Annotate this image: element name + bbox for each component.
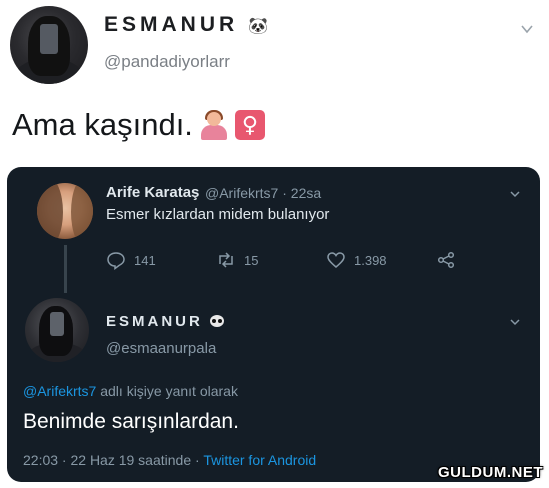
mention-link[interactable]: @Arifekrts7 [23, 383, 96, 399]
outer-tweet-header: ESMANUR 🐼 @pandadiyorlarr [0, 0, 549, 95]
avatar[interactable] [25, 298, 89, 362]
panda-icon [210, 315, 225, 327]
reply-display-name[interactable]: ESMANUR [106, 313, 225, 330]
reply-icon [107, 252, 125, 270]
timestamp-text: 22:03 · 22 Haz 19 saatinde · [23, 452, 204, 468]
like-count: 1.398 [354, 252, 387, 268]
tweet-text: Ama kaşındı. [12, 107, 193, 142]
tweet-timestamp: 22:03 · 22 Haz 19 saatinde · Twitter for… [23, 452, 316, 468]
replying-to-line: @Arifekrts7 adlı kişiye yanıt olarak [23, 383, 238, 399]
heart-icon [327, 252, 345, 268]
chevron-down-icon[interactable] [509, 316, 521, 328]
like-button[interactable]: 1.398 [326, 249, 387, 271]
woman-shrugging-icon [199, 110, 229, 140]
retweet-button[interactable]: 15 [216, 249, 258, 271]
chevron-down-icon[interactable] [509, 188, 521, 200]
quoted-thread-card[interactable]: Arife Karataş @Arifekrts7 · 22sa Esmer k… [7, 167, 540, 482]
tweet-actions: 141 15 1.398 [106, 249, 466, 271]
chevron-down-icon[interactable] [520, 22, 534, 36]
reply-count: 141 [134, 252, 156, 268]
panda-icon: 🐼 [248, 18, 268, 35]
display-name-text: ESMANUR [106, 313, 203, 330]
display-name-text: ESMANUR [104, 13, 239, 36]
reply-tweet-text: Benimde sarışınlardan. [23, 410, 239, 433]
watermark: GULDUM.NET [438, 464, 543, 481]
quoted-handle[interactable]: @Arifekrts7 · 22sa [205, 185, 321, 201]
source-link[interactable]: Twitter for Android [203, 452, 316, 468]
quoted-tweet-text: Esmer kızlardan midem bulanıyor [106, 206, 330, 223]
share-icon [437, 251, 455, 269]
replying-to-text: adlı kişiye yanıt olarak [96, 383, 238, 399]
female-sign-icon: ♀ [234, 110, 265, 140]
retweet-icon [219, 252, 233, 268]
thread-connector-line [64, 245, 67, 293]
share-button[interactable] [436, 249, 456, 271]
quoted-display-name[interactable]: Arife Karataş [106, 184, 199, 201]
avatar[interactable] [37, 183, 93, 239]
outer-handle[interactable]: @pandadiyorlarr [104, 52, 230, 72]
reply-button[interactable]: 141 [106, 249, 156, 271]
outer-display-name[interactable]: ESMANUR 🐼 [104, 13, 268, 37]
reply-handle[interactable]: @esmaanurpala [106, 340, 216, 357]
retweet-count: 15 [244, 252, 259, 268]
avatar[interactable] [10, 6, 88, 84]
outer-tweet-text: Ama kaşındı. ♀ [12, 107, 265, 143]
